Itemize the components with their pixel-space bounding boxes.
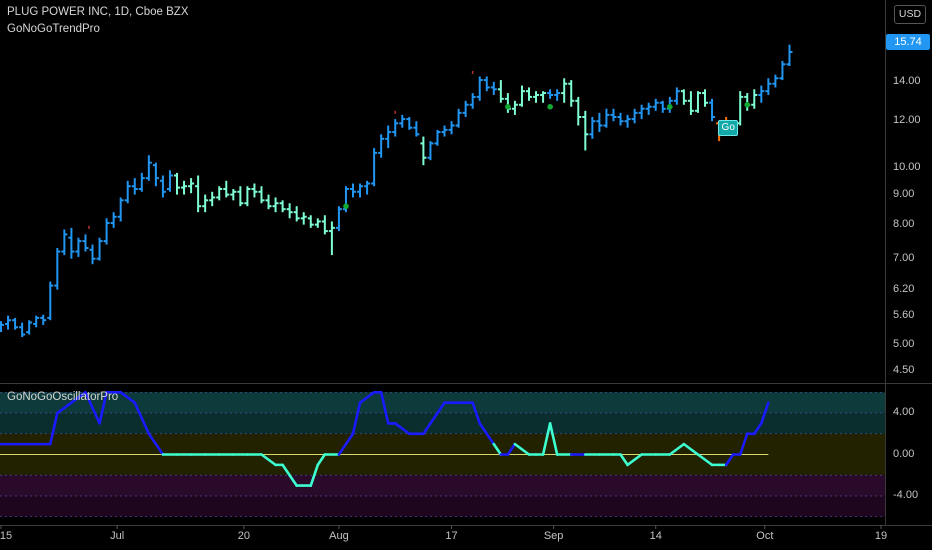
time-axis-tick: 20 — [237, 530, 250, 542]
price-axis-tick: 14.00 — [893, 74, 921, 87]
oscillator-band — [0, 454, 885, 476]
signal-dot — [667, 103, 673, 110]
price-axis-tick: 10.00 — [893, 160, 921, 173]
price-axis-tick: 5.60 — [893, 308, 915, 321]
oscillator-band — [0, 475, 885, 496]
signal-dot — [547, 103, 553, 110]
go-signal-badge: Go — [718, 119, 739, 136]
oscillator-axis-tick: 4.00 — [893, 406, 915, 419]
signal-dot — [505, 103, 511, 110]
oscillator-axis-tick: -4.00 — [893, 488, 919, 501]
signal-dot — [343, 203, 349, 209]
time-axis-tick: 14 — [649, 530, 662, 542]
oscillator-band — [0, 495, 885, 517]
price-axis-tick: 7.00 — [893, 251, 915, 264]
signal-tick — [88, 225, 90, 229]
time-axis-tick: Aug — [329, 530, 349, 542]
time-axis-tick: Oct — [756, 530, 774, 542]
oscillator-title: GoNoGoOscillatorPro — [7, 391, 119, 403]
signal-tick — [471, 70, 474, 74]
time-axis-tick: Sep — [543, 530, 564, 542]
symbol-title: PLUG POWER INC, 1D, Cboe BZX — [7, 6, 189, 18]
signal-dot — [744, 101, 751, 108]
time-axis-tick: Jul — [110, 530, 125, 542]
oscillator-band — [0, 413, 885, 434]
time-axis-tick: 17 — [445, 530, 458, 542]
currency-button[interactable]: USD — [894, 5, 926, 24]
oscillator-band — [0, 433, 885, 455]
oscillator-axis-tick: 0.00 — [893, 447, 915, 460]
price-axis-tick: 6.20 — [893, 282, 915, 295]
time-axis-tick: 15 — [0, 530, 13, 542]
price-axis-tick: 8.00 — [893, 217, 915, 230]
chart-canvas[interactable] — [0, 0, 932, 550]
price-axis-tick: 9.00 — [893, 187, 915, 200]
trend-indicator-name: GoNoGoTrendPro — [7, 23, 100, 35]
price-axis-tick: 5.00 — [893, 337, 915, 350]
signal-tick — [394, 110, 397, 114]
last-price-tag: 15.74 — [886, 34, 930, 50]
price-axis-tick: 4.50 — [893, 364, 915, 377]
time-axis-tick: 19 — [874, 530, 888, 542]
price-axis-tick: 12.00 — [893, 114, 921, 127]
